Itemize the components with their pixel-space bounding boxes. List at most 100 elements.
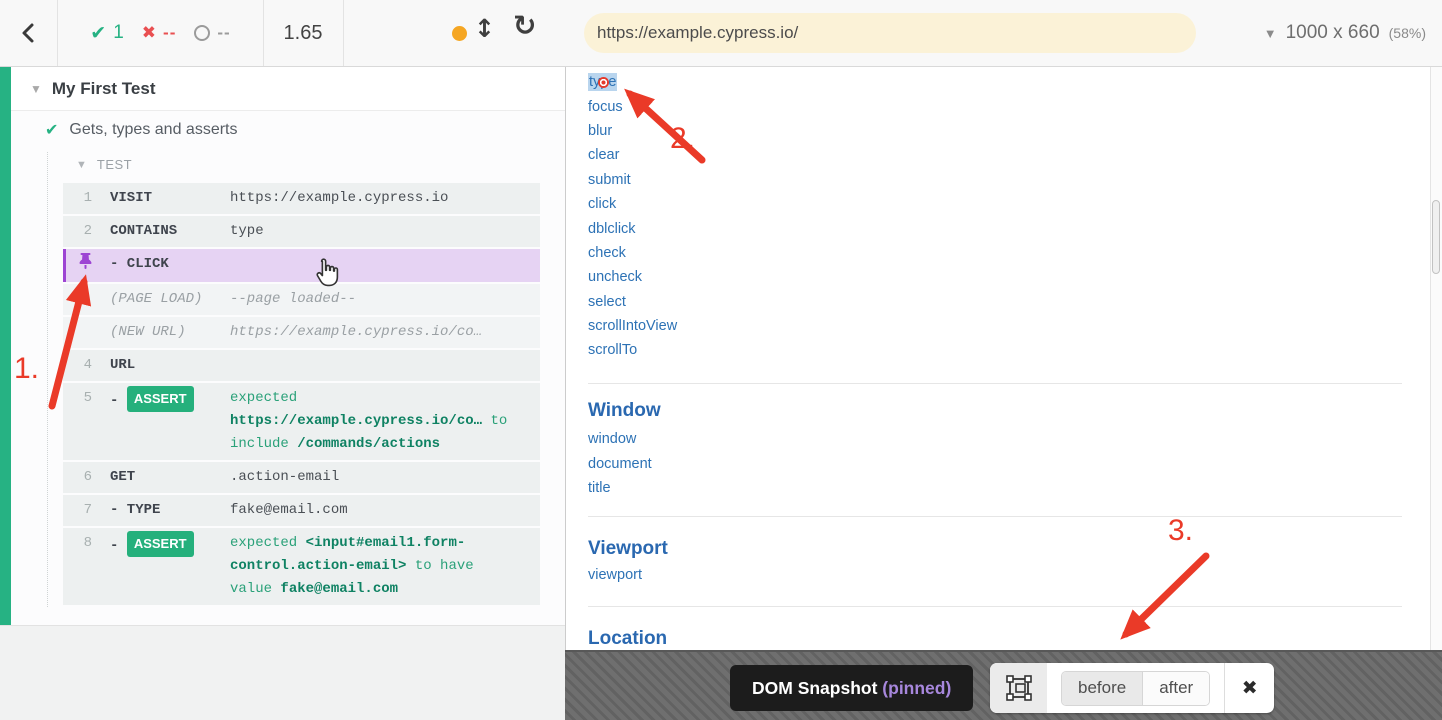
command-number: 4 (83, 357, 92, 373)
aut-link-click[interactable]: click (588, 196, 616, 212)
command-row[interactable]: 5 - ASSERT expected https://example.cypres… (63, 383, 540, 460)
command-method: GET (110, 469, 136, 485)
command-method: VISIT (110, 190, 153, 206)
test-reporter: ▼ My First Test ✔ Gets, types and assert… (0, 67, 565, 720)
aut-link-focus[interactable]: focus (588, 99, 623, 115)
command-row[interactable]: 8 - ASSERT expected <input#email1.form-con… (63, 528, 540, 605)
chevron-left-icon (22, 23, 33, 43)
command-row[interactable]: 2 CONTAINS type (63, 216, 540, 247)
command-row[interactable]: 6 GET .action-email (63, 462, 540, 493)
aut-link-scrollTo[interactable]: scrollTo (588, 342, 637, 358)
test-passed-check-icon: ✔ (45, 120, 59, 139)
test-title-row[interactable]: ✔ Gets, types and asserts (0, 120, 237, 139)
failed-count: -- (163, 23, 177, 42)
list-item: uncheck (588, 265, 677, 289)
command-number: 8 (83, 535, 92, 551)
aut-link-viewport[interactable]: viewport (588, 567, 642, 583)
divider (588, 606, 1402, 607)
scrollbar-track[interactable] (1430, 67, 1442, 650)
command-method: - ASSERT (110, 386, 212, 413)
command-method: (PAGE LOAD) (110, 291, 203, 307)
list-item: focus (588, 94, 677, 118)
failed-x-icon: ✖ (141, 23, 157, 43)
pending-count: -- (217, 23, 231, 42)
action-links-list: type focus blur clear submit click dblclick che… (588, 70, 677, 363)
command-method: URL (110, 357, 136, 373)
command-row[interactable]: 7 - TYPE fake@email.com (63, 495, 540, 526)
close-icon[interactable]: ✖ (1225, 663, 1274, 713)
before-after-toggle: before after (1047, 663, 1224, 713)
refresh-icon[interactable]: ↻ (513, 9, 536, 42)
test-title: Gets, types and asserts (69, 120, 238, 138)
command-row[interactable]: (PAGE LOAD) --page loaded-- (63, 284, 540, 315)
window-heading: Window (588, 400, 661, 421)
aut-link-window[interactable]: window (588, 431, 636, 447)
aut-link-select[interactable]: select (588, 294, 626, 310)
test-stats: ✔ 1 ✖ -- -- (58, 0, 263, 66)
chevron-down-icon: ▼ (1263, 25, 1277, 41)
snapshot-pinned-label: (pinned) (882, 677, 952, 698)
highlights-toggle-button[interactable] (990, 663, 1047, 713)
assert-badge: ASSERT (126, 531, 194, 557)
list-item: submit (588, 168, 677, 192)
after-button[interactable]: after (1143, 671, 1210, 705)
command-method: - CLICK (110, 256, 169, 272)
list-item: title (588, 476, 652, 500)
pinned-cell (66, 253, 92, 278)
selector-playground-icon[interactable]: ↕ (474, 14, 495, 43)
aut-link-submit[interactable]: submit (588, 172, 631, 188)
aut-link-dblclick[interactable]: dblclick (588, 221, 636, 237)
location-heading: Location (588, 628, 668, 649)
suite-header[interactable]: ▼ My First Test (0, 67, 565, 111)
command-row[interactable]: (NEW URL) https://example.cypress.io/co… (63, 317, 540, 348)
list-item: select (588, 290, 677, 314)
aut-link-uncheck[interactable]: uncheck (588, 269, 642, 285)
command-message: https://example.cypress.io/co… (230, 324, 483, 340)
highlighted-link-wrap: type (588, 73, 618, 92)
list-item: check (588, 241, 677, 265)
command-message: expected <input#email1.form-control.acti… (230, 535, 474, 597)
list-item: window (588, 427, 652, 451)
command-message: type (230, 223, 264, 239)
scrollbar-thumb[interactable] (1432, 200, 1440, 274)
command-number: 6 (83, 469, 92, 485)
aut-link-title[interactable]: title (588, 480, 611, 496)
caret-down-icon: ▼ (76, 158, 87, 171)
selection-box-icon (1005, 675, 1032, 701)
command-row[interactable]: 1 VISIT https://example.cypress.io (63, 183, 540, 214)
passed-indicator-bar (0, 67, 11, 625)
aut-link-blur[interactable]: blur (588, 123, 612, 139)
snapshot-bar: DOM Snapshot (pinned) before after ✖ (565, 650, 1442, 720)
viewport-heading: Viewport (588, 538, 668, 559)
command-row[interactable]: - CLICK (63, 249, 540, 282)
viewport-selector[interactable]: ▼ 1000 x 660 (58%) (1264, 0, 1426, 66)
reporter-footer (0, 625, 565, 720)
indent-guide (47, 152, 48, 607)
list-item: scrollTo (588, 338, 677, 362)
list-item: dblclick (588, 216, 677, 240)
test-section-toggle[interactable]: ▼ TEST (0, 157, 132, 172)
list-item: viewport (588, 563, 642, 587)
app-under-test: type focus blur clear submit click dblclick che… (565, 67, 1430, 650)
command-message: .action-email (230, 469, 340, 485)
aut-link-check[interactable]: check (588, 245, 626, 261)
before-button[interactable]: before (1062, 671, 1144, 705)
list-item: type (588, 70, 677, 94)
back-button[interactable] (0, 0, 57, 66)
command-message: expected https://example.cypress.io/co… … (230, 390, 508, 452)
aut-link-document[interactable]: document (588, 456, 652, 472)
recording-dot-icon (452, 26, 467, 41)
command-log: 1 VISIT https://example.cypress.io 2 CONTAIN… (63, 183, 540, 607)
aut-link-scrollIntoView[interactable]: scrollIntoView (588, 318, 677, 334)
snapshot-message: DOM Snapshot (pinned) (730, 665, 974, 711)
divider (588, 516, 1402, 517)
url-bar[interactable]: https://example.cypress.io/ (584, 13, 1196, 53)
viewport-links-list: viewport (588, 563, 642, 587)
command-number: 5 (83, 390, 92, 406)
command-number: 2 (83, 223, 92, 239)
list-item: click (588, 192, 677, 216)
command-number: 1 (83, 190, 92, 206)
aut-link-clear[interactable]: clear (588, 147, 619, 163)
section-label: TEST (96, 157, 133, 172)
command-row[interactable]: 4 URL (63, 350, 540, 381)
